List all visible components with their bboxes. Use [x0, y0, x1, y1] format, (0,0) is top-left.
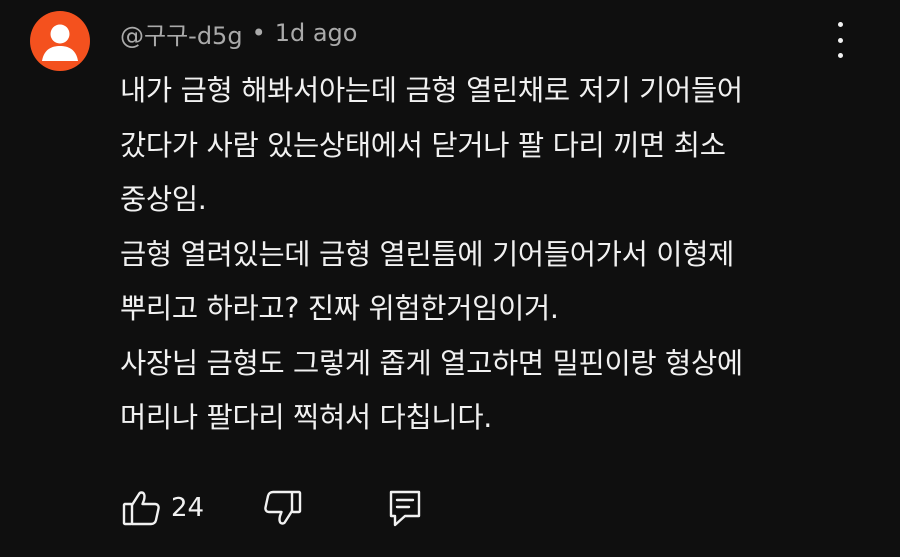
author-name[interactable]: @구구-d5g	[120, 16, 243, 51]
reply-button[interactable]	[387, 488, 423, 528]
comment-text: 내가 금형 해봐서아는데 금형 열린채로 저기 기어들어 갔다가 사람 있는상태…	[120, 64, 880, 446]
comment-line: 중상임.	[120, 183, 207, 216]
menu-dot	[837, 22, 843, 27]
dislike-button[interactable]	[262, 488, 302, 528]
comment-line: 갔다가 사람 있는상태에서 닫거나 팔 다리 끼면 최소	[120, 128, 726, 162]
thumbs-up-icon	[122, 491, 160, 526]
avatar[interactable]	[30, 11, 90, 71]
comment-time[interactable]: 1d ago	[275, 19, 358, 47]
comment-item: @구구-d5g • 1d ago 내가 금형 해봐서아는데 금형 열린채로 저기…	[0, 0, 900, 557]
comment-line: 사장님 금형도 그렇게 좁게 열고하면 밀핀이랑 형상에	[120, 346, 743, 380]
menu-dot	[837, 37, 843, 43]
like-button[interactable]	[122, 488, 162, 528]
reply-icon	[389, 490, 421, 527]
comment-line: 머리나 팔다리 찍혀서 다칩니다.	[120, 401, 492, 434]
like-count: 24	[171, 493, 205, 523]
comment-line: 금형 열려있는데 금형 열린틈에 기어들어가서 이형제	[120, 237, 735, 271]
comment-line: 내가 금형 해봐서아는데 금형 열린채로 저기 기어들어	[120, 74, 743, 107]
comment-header: @구구-d5g • 1d ago	[120, 16, 357, 50]
separator-dot: •	[251, 19, 266, 47]
more-vert-icon[interactable]	[828, 22, 852, 58]
menu-dot	[837, 53, 843, 58]
thumbs-down-icon	[264, 490, 302, 525]
default-avatar-icon	[42, 24, 78, 61]
comment-line: 뿌리고 하라고? 진짜 위험한거임이거.	[120, 292, 559, 325]
comment-actions: 24	[122, 488, 442, 532]
